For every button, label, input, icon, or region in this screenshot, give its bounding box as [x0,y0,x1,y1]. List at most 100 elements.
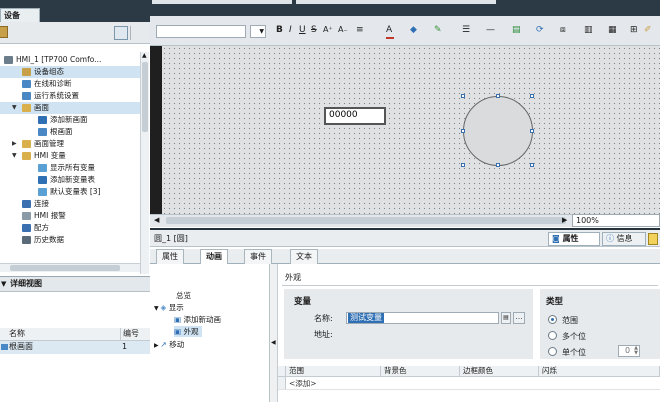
nav-add-animation[interactable]: ▣ 添加新动画 [174,314,221,325]
align-icon[interactable]: ≡ [356,25,364,35]
fill-color-icon[interactable]: ◆ [410,25,417,35]
col-range[interactable]: 范围 [286,366,381,377]
collapse-icon[interactable]: ▼ [1,277,6,291]
radio-range-label[interactable]: 范围 [562,315,578,326]
tree-item[interactable]: 显示所有变量 [0,162,140,174]
tab-events[interactable]: 事件 [244,249,272,264]
nav-movement[interactable]: ▶ ↗ 移动 [154,339,184,350]
hscroll-thumb[interactable] [166,217,566,224]
nav-display[interactable]: ▼ ◈ 显示 [154,302,184,313]
resize-handle[interactable] [530,94,534,98]
tab-properties[interactable]: 属性 [156,249,184,264]
bit-stepper[interactable]: 0 ▲ ▼ [618,345,640,357]
line-style-icon[interactable]: ☰ [462,25,470,35]
bold-icon[interactable]: B [276,25,283,35]
line-color-icon[interactable]: ✎ [434,25,442,35]
radio-single-bit-label[interactable]: 单个位 [562,347,586,358]
tab-devices[interactable]: 设备 [0,8,40,22]
col-border-color[interactable]: 边框颜色 [460,366,539,377]
underline-icon[interactable]: U [299,25,306,35]
scroll-thumb[interactable] [142,62,148,132]
radio-single-bit[interactable] [548,347,557,356]
diagnostics-icon[interactable] [648,233,658,245]
line-width-icon[interactable]: — [486,25,495,35]
italic-icon[interactable]: I [289,25,292,35]
radio-multiple-bits[interactable] [548,331,557,340]
order-icon[interactable]: ⊞ [630,25,638,35]
subscript-icon[interactable]: A₋ [338,25,348,34]
tree-horizontal-scrollbar[interactable] [0,263,140,272]
tree-item[interactable]: 添加新画面 [0,114,140,126]
tree-item[interactable]: ▼ 画面 [0,102,140,114]
distribute-icon[interactable]: ▥ [584,25,593,35]
scroll-right-icon[interactable]: ▶ [562,216,567,224]
group-icon[interactable]: ▤ [512,25,521,35]
editor-tab[interactable] [152,0,292,4]
resize-handle[interactable] [461,94,465,98]
tree-item[interactable]: ▶ 画面管理 [0,138,140,150]
tree-item[interactable]: 历史数据 [0,234,140,246]
tag-browse-icon[interactable]: ▤ [501,312,511,324]
tree-vertical-scrollbar[interactable]: ▲ [140,52,149,274]
col-background-color[interactable]: 背景色 [381,366,460,377]
tree-item[interactable]: ▼HMI_1 [TP700 Comfo... [0,54,140,66]
radio-range[interactable] [548,315,557,324]
resize-handle[interactable] [461,163,465,167]
tab-animations[interactable]: 动画 [200,249,228,265]
tab-texts[interactable]: 文本 [290,249,318,264]
tree-item[interactable]: 在线和诊断 [0,78,140,90]
font-dropdown[interactable] [156,25,246,38]
resize-handle[interactable] [530,129,534,133]
tree-item[interactable]: HMI 报警 [0,210,140,222]
screen-canvas[interactable] [162,46,660,214]
tag-more-button[interactable]: … [513,312,525,324]
device-view-icon[interactable] [0,26,8,38]
circle-object[interactable] [463,96,533,166]
rotate-icon[interactable]: ⟳ [536,25,544,35]
overview-toggle-icon[interactable] [114,26,128,40]
scroll-left-icon[interactable]: ◀ [154,216,159,224]
strikethrough-icon[interactable]: S [311,25,317,35]
tree-item[interactable]: 设备组态 [0,66,140,78]
row-selector[interactable] [278,377,286,389]
tool-icon[interactable]: ✐ [644,25,652,35]
tree-item[interactable]: 默认变量表 [3] [0,186,140,198]
tag-name-field[interactable]: 测试变量 [346,312,499,324]
align-objects-icon[interactable]: ⧈ [560,25,566,35]
zoom-field[interactable]: 100% [572,214,660,227]
expand-icon[interactable]: ▼ [12,102,17,114]
tree-item[interactable]: 配方 [0,222,140,234]
scroll-up-icon[interactable]: ▲ [142,52,147,59]
detail-view-header[interactable]: ▼ 详细视图 [0,276,150,292]
tree-item[interactable]: ▼ HMI 变量 [0,150,140,162]
io-field[interactable]: 00000 [324,107,386,125]
add-row-cell[interactable]: <添加> [289,378,317,389]
resize-handle[interactable] [461,129,465,133]
nav-overview[interactable]: 总览 [176,290,191,301]
splitter[interactable]: ◀ [270,264,278,402]
detail-row[interactable]: 根画面 1 [0,341,150,354]
font-color-icon[interactable]: A [386,25,392,35]
collapse-icon[interactable]: ▶ [12,138,17,150]
tree-item[interactable]: 连接 [0,198,140,210]
resize-handle[interactable] [496,163,500,167]
tree-item[interactable]: 运行系统设置 [0,90,140,102]
font-size-dropdown[interactable]: ▼ [250,25,266,38]
col-name[interactable]: 名称 [9,328,25,340]
col-number[interactable]: 编号 [120,328,139,340]
tree-item[interactable]: 根画面 [0,126,140,138]
col-flashing[interactable]: 闪烁 [539,366,660,377]
tab-properties-right[interactable]: ◙ 属性 [548,232,600,246]
tree-item[interactable]: 添加新变量表 [0,174,140,186]
expand-icon[interactable]: ▼ [12,150,17,162]
editor-tab[interactable] [296,0,496,4]
superscript-icon[interactable]: A⁺ [323,25,333,34]
layer-icon[interactable]: ▦ [608,25,617,35]
tab-info[interactable]: ⓘ 信息 [602,232,646,246]
hscroll-thumb[interactable] [10,265,120,271]
radio-multiple-bits-label[interactable]: 多个位 [562,331,586,342]
splitter-grip[interactable]: ◀ [271,339,276,346]
resize-handle[interactable] [496,94,500,98]
resize-handle[interactable] [530,163,534,167]
nav-appearance[interactable]: ▣ 外观 [174,326,203,337]
